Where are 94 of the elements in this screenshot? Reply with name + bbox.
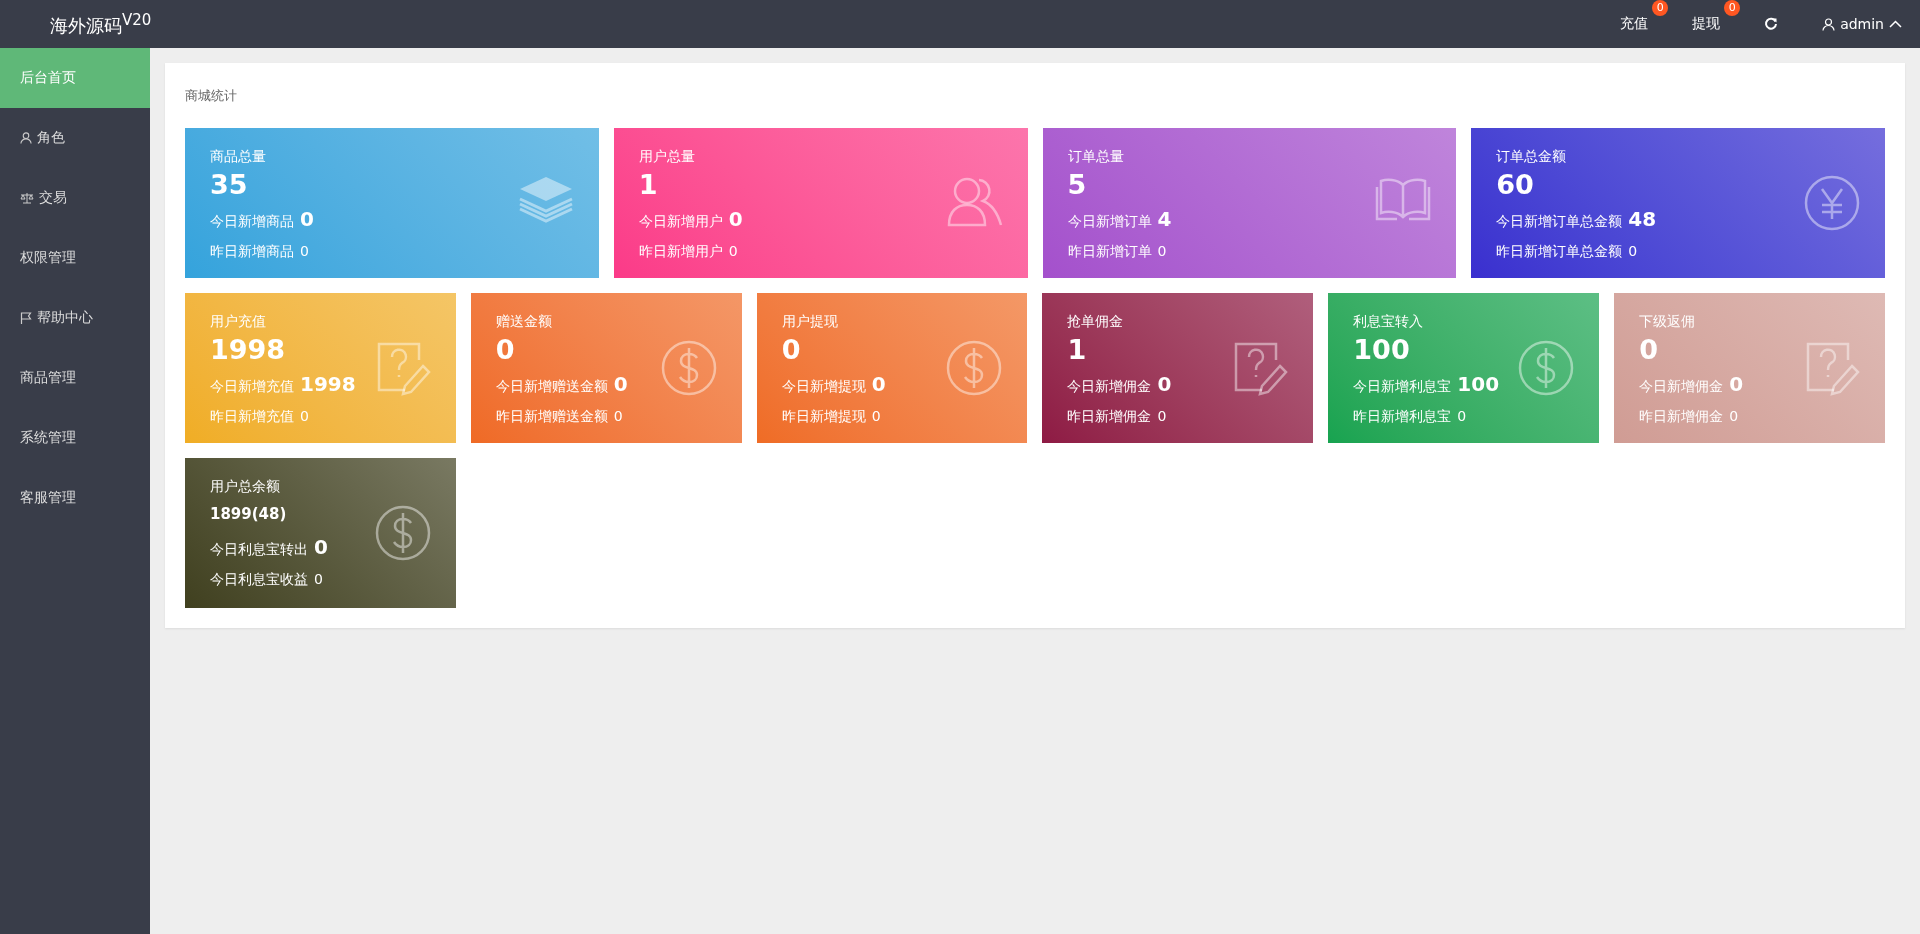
yesterday-label: 昨日新增商品 <box>210 242 294 261</box>
yesterday-label: 昨日新增用户 <box>638 242 723 261</box>
card-value: 0 <box>495 333 515 367</box>
today-label: 今日新增商品 <box>210 212 294 231</box>
today-value: 0 <box>1729 371 1744 398</box>
note-pencil-icon <box>1232 340 1289 396</box>
yesterday-value: 0 <box>1457 407 1467 426</box>
today-value: 0 <box>314 534 328 561</box>
count-badge: 0 <box>1652 0 1669 16</box>
yesterday-value: 0 <box>1157 407 1167 426</box>
yesterday-label: 昨日新增订单总金额 <box>1496 242 1623 261</box>
yesterday-value: 0 <box>728 242 738 261</box>
yesterday-label: 昨日新增赠送金额 <box>495 407 608 426</box>
refresh-icon[interactable] <box>1764 17 1779 31</box>
sidebar-item[interactable]: 商品管理 <box>0 348 150 408</box>
yen-coin-icon <box>1804 175 1860 231</box>
card-title: 订单总量 <box>1067 147 1124 166</box>
card-value: 1998 <box>210 333 286 367</box>
today-value: 100 <box>1457 371 1500 398</box>
yesterday-label: 昨日新增佣金 <box>1067 407 1152 426</box>
yesterday-label: 昨日新增利息宝 <box>1353 407 1452 426</box>
dollar-coin-icon <box>374 505 431 561</box>
yesterday-value: 0 <box>300 242 309 261</box>
card-value: 35 <box>210 168 248 202</box>
user-menu[interactable]: admin <box>1800 0 1920 48</box>
card-value: 100 <box>1353 333 1410 367</box>
today-value: 0 <box>1157 371 1172 398</box>
sidebar-item[interactable]: 权限管理 <box>0 228 150 288</box>
flag-icon <box>20 312 32 324</box>
card-value: 1 <box>1067 333 1087 367</box>
today-value: 0 <box>871 371 886 398</box>
dollar-coin-icon <box>1518 340 1575 396</box>
card-title: 赠送金额 <box>495 312 552 331</box>
users-icon <box>946 175 1003 227</box>
today-label: 今日新增利息宝 <box>1353 377 1452 396</box>
dollar-coin-icon <box>946 340 1003 396</box>
card-title: 用户总量 <box>638 147 695 166</box>
today-label: 今日新增用户 <box>638 212 723 231</box>
yesterday-value: 0 <box>314 570 323 589</box>
today-value: 1998 <box>300 371 356 398</box>
today-value: 0 <box>300 206 314 233</box>
card-value: 5 <box>1067 168 1087 202</box>
card-title: 抢单佣金 <box>1067 312 1124 331</box>
yesterday-label: 昨日新增佣金 <box>1639 407 1724 426</box>
today-label: 今日新增赠送金额 <box>495 377 608 396</box>
today-label: 今日新增佣金 <box>1067 377 1152 396</box>
today-value: 0 <box>728 206 743 233</box>
yesterday-value: 0 <box>1729 407 1739 426</box>
user-icon <box>1822 17 1836 31</box>
card-title: 下级返佣 <box>1639 312 1696 331</box>
today-label: 今日新增订单总金额 <box>1496 212 1623 231</box>
yesterday-label: 昨日新增充值 <box>210 407 294 426</box>
scale-icon <box>20 192 34 204</box>
card-value: 1899(48) <box>210 504 287 525</box>
chevron-up-icon <box>1889 20 1902 28</box>
sidebar-item[interactable]: 交易 <box>0 168 150 228</box>
card-value: 0 <box>781 333 801 367</box>
yesterday-label: 昨日新增提现 <box>781 407 866 426</box>
today-value: 4 <box>1157 206 1172 233</box>
sidebar-item[interactable]: 帮助中心 <box>0 288 150 348</box>
today-label: 今日新增订单 <box>1067 212 1152 231</box>
today-value: 48 <box>1628 206 1657 233</box>
count-badge: 0 <box>1724 0 1741 16</box>
sidebar-item[interactable]: 客服管理 <box>0 468 150 528</box>
panel-title: 商城统计 <box>185 87 238 105</box>
sidebar-item[interactable]: 系统管理 <box>0 408 150 468</box>
card-title: 用户充值 <box>210 312 266 331</box>
card-value: 1 <box>638 168 658 202</box>
today-label: 今日新增充值 <box>210 377 294 396</box>
card-value: 0 <box>1639 333 1658 367</box>
yesterday-value: 0 <box>300 407 309 426</box>
dollar-coin-icon <box>660 340 717 396</box>
yesterday-value: 0 <box>613 407 623 426</box>
header-link[interactable]: 提现 0 <box>1670 0 1743 48</box>
today-label: 今日新增提现 <box>781 377 866 396</box>
yesterday-label: 今日利息宝收益 <box>210 570 308 589</box>
yesterday-value: 0 <box>871 407 881 426</box>
card-title: 订单总金额 <box>1496 147 1567 166</box>
card-title: 利息宝转入 <box>1353 312 1424 331</box>
card-title: 商品总量 <box>210 147 266 166</box>
today-value: 0 <box>613 371 628 398</box>
yesterday-value: 0 <box>1628 242 1638 261</box>
user-icon <box>20 132 32 144</box>
yesterday-value: 0 <box>1157 242 1167 261</box>
today-label: 今日利息宝转出 <box>210 540 308 559</box>
card-value: 60 <box>1496 168 1534 202</box>
note-pencil-icon <box>1804 340 1860 396</box>
card-title: 用户提现 <box>781 312 838 331</box>
app-logo: 海外源码$^{V20}$ <box>49 10 152 38</box>
yesterday-label: 昨日新增订单 <box>1067 242 1152 261</box>
today-label: 今日新增佣金 <box>1639 377 1724 396</box>
card-title: 用户总余额 <box>210 477 280 496</box>
sidebar-item[interactable]: 角色 <box>0 108 150 168</box>
header-link[interactable]: 充值 0 <box>1598 0 1671 48</box>
